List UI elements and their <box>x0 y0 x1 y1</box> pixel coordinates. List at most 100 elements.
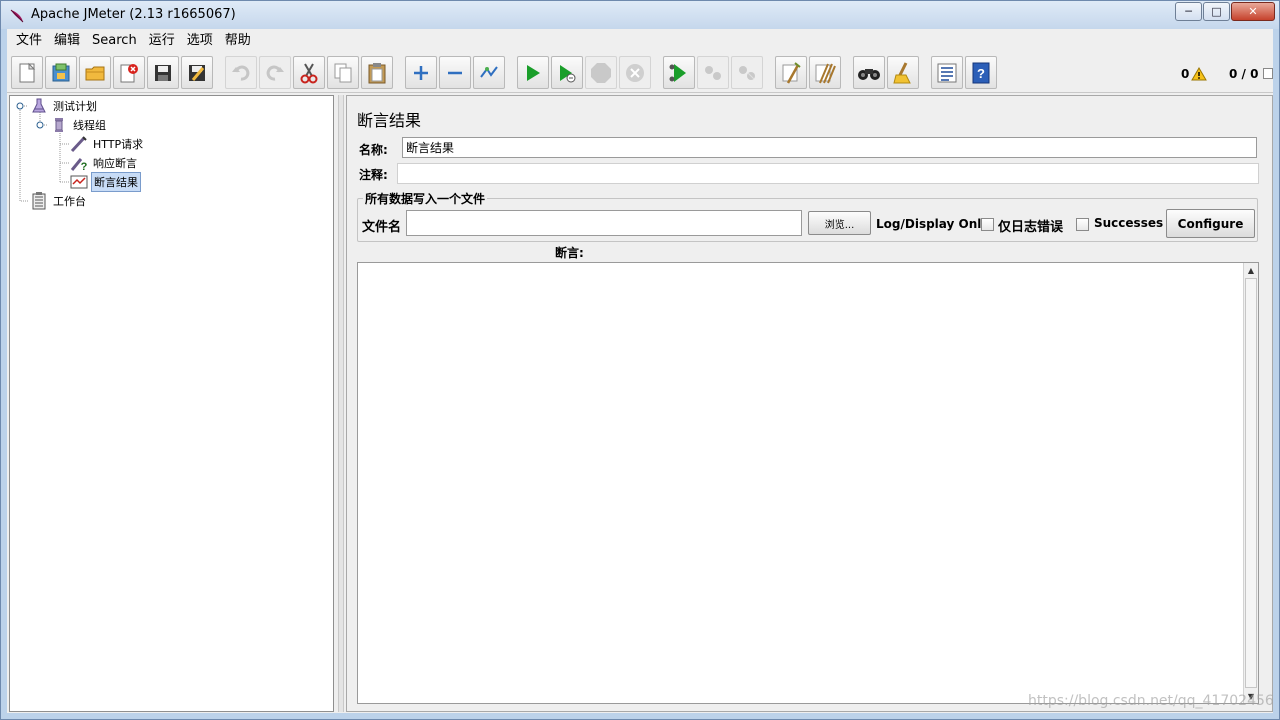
menu-options[interactable]: 选项 <box>181 30 219 52</box>
cut-icon <box>300 62 318 83</box>
tree-node-label: 线程组 <box>73 119 106 132</box>
tree-node-workbench[interactable]: 工作台 <box>30 192 88 210</box>
pane-splitter[interactable] <box>338 95 344 712</box>
new-icon <box>19 62 36 82</box>
assertion-results-area[interactable]: ▲ ▼ <box>357 262 1259 704</box>
open-icon <box>85 66 105 80</box>
test-plan-icon <box>30 97 48 115</box>
reset-search-button[interactable] <box>887 56 919 89</box>
shutdown-button[interactable] <box>619 56 651 89</box>
menu-run[interactable]: 运行 <box>143 30 181 52</box>
name-label: 名称: <box>359 143 388 157</box>
close-window-button[interactable]: ✕ <box>1231 2 1275 21</box>
redo-button[interactable] <box>259 56 291 89</box>
clear-icon <box>782 61 801 84</box>
title-bar[interactable]: Apache JMeter (2.13 r1665067) ─ □ ✕ <box>1 1 1279 29</box>
maximize-button[interactable]: □ <box>1203 2 1230 21</box>
filename-field[interactable] <box>406 210 802 236</box>
listener-icon <box>70 173 88 191</box>
tree-node-label: 测试计划 <box>53 100 97 113</box>
toggle-button[interactable] <box>473 56 505 89</box>
clear-all-button[interactable] <box>809 56 841 89</box>
start-icon <box>527 64 540 81</box>
undo-button[interactable] <box>225 56 257 89</box>
test-plan-tree: 测试计划 线程组 HTTP请求 ? 响应断言 断言结果 工作台 <box>9 95 334 712</box>
close-file-button[interactable] <box>113 56 145 89</box>
start-button[interactable] <box>517 56 549 89</box>
file-group-title: 所有数据写入一个文件 <box>363 190 488 207</box>
save-as-icon <box>189 64 205 81</box>
clear-button[interactable] <box>775 56 807 89</box>
activity-indicator <box>1263 68 1273 79</box>
save-icon <box>155 64 171 81</box>
comment-field[interactable] <box>397 163 1259 184</box>
tree-node-response-assertion[interactable]: ? 响应断言 <box>70 154 139 172</box>
menu-file[interactable]: 文件 <box>10 30 48 52</box>
browse-button[interactable]: 浏览... <box>808 211 871 235</box>
templates-button[interactable] <box>45 56 77 89</box>
tree-node-thread-group[interactable]: 线程组 <box>50 116 108 134</box>
undo-icon <box>232 65 250 81</box>
new-button[interactable] <box>11 56 43 89</box>
menu-help[interactable]: 帮助 <box>219 30 257 52</box>
workbench-icon <box>30 192 48 210</box>
start-no-pause-button[interactable] <box>551 56 583 89</box>
comment-label: 注释: <box>359 168 388 182</box>
remote-start-icon <box>669 63 686 82</box>
remote-shutdown-icon <box>739 65 755 80</box>
window-title: Apache JMeter (2.13 r1665067) <box>31 7 236 22</box>
collapse-button[interactable] <box>439 56 471 89</box>
search-button[interactable] <box>853 56 885 89</box>
panel-title: 断言结果 <box>357 111 422 130</box>
thread-group-icon <box>50 116 68 134</box>
errors-only-checkbox[interactable] <box>981 218 994 231</box>
menu-bar: 文件 编辑 Search 运行 选项 帮助 <box>7 29 1273 53</box>
minimize-button[interactable]: ─ <box>1175 2 1202 21</box>
error-count: 0 <box>1181 67 1190 81</box>
collapse-icon <box>448 71 462 74</box>
tree-node-test-plan[interactable]: 测试计划 <box>30 97 99 115</box>
configure-button[interactable]: Configure <box>1166 209 1255 238</box>
copy-icon <box>334 63 352 82</box>
scroll-up-arrow-icon[interactable]: ▲ <box>1244 263 1258 277</box>
expand-button[interactable] <box>405 56 437 89</box>
paste-icon <box>368 62 386 83</box>
successes-checkbox[interactable] <box>1076 218 1089 231</box>
jmeter-feather-icon <box>10 9 24 23</box>
svg-text:?: ? <box>977 66 985 81</box>
assertion-icon: ? <box>70 154 88 172</box>
start-no-pause-icon <box>560 64 576 82</box>
function-helper-icon <box>937 63 957 82</box>
save-as-button[interactable] <box>181 56 213 89</box>
remote-shutdown-button[interactable] <box>731 56 763 89</box>
clear-all-icon <box>815 63 836 83</box>
shutdown-icon <box>626 63 644 82</box>
stop-icon <box>591 62 611 83</box>
cut-button[interactable] <box>293 56 325 89</box>
window-controls: ─ □ ✕ <box>1174 2 1275 21</box>
remote-stop-icon <box>705 65 721 80</box>
save-button[interactable] <box>147 56 179 89</box>
tree-node-label: HTTP请求 <box>93 138 144 151</box>
tree-node-assertion-results[interactable]: 断言结果 <box>70 172 141 192</box>
open-button[interactable] <box>79 56 111 89</box>
successes-label: Successes <box>1094 216 1164 230</box>
paste-button[interactable] <box>361 56 393 89</box>
help-button[interactable]: ? <box>965 56 997 89</box>
expand-icon <box>414 65 428 80</box>
menu-edit[interactable]: 编辑 <box>48 30 86 52</box>
vertical-scrollbar[interactable]: ▲ ▼ <box>1243 263 1258 703</box>
menu-search[interactable]: Search <box>86 30 143 52</box>
remote-stop-button[interactable] <box>697 56 729 89</box>
tree-node-label: 工作台 <box>53 195 86 208</box>
remote-start-button[interactable] <box>663 56 695 89</box>
copy-button[interactable] <box>327 56 359 89</box>
assertion-results-panel: 断言结果 名称: 注释: 所有数据写入一个文件 文件名 浏览... Log/Di… <box>346 95 1273 712</box>
name-field[interactable] <box>402 137 1257 158</box>
stop-button[interactable] <box>585 56 617 89</box>
redo-icon <box>266 65 284 81</box>
scroll-thumb[interactable] <box>1245 278 1257 688</box>
tree-node-http-request[interactable]: HTTP请求 <box>70 135 145 153</box>
function-helper-button[interactable] <box>931 56 963 89</box>
http-sampler-icon <box>70 135 88 153</box>
